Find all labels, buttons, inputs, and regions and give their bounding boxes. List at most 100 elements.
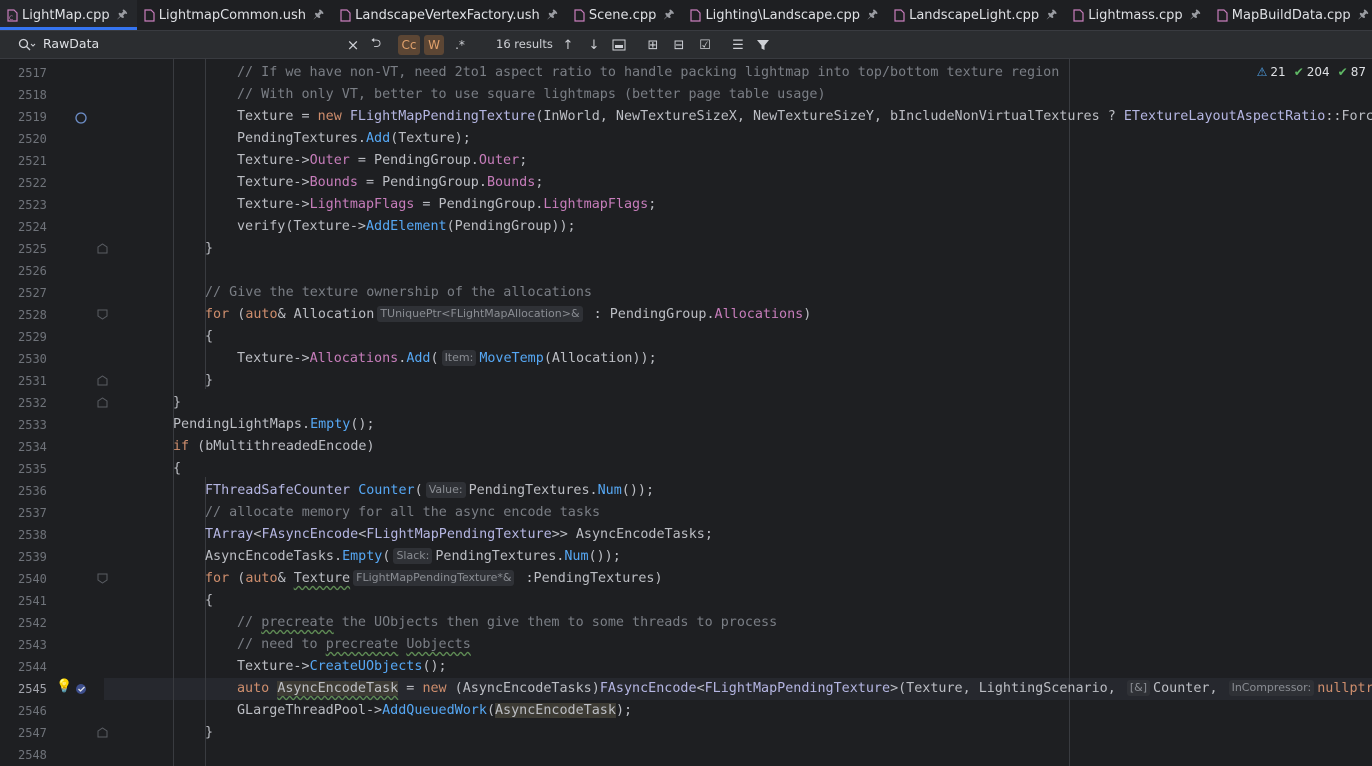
replace-toggle-icon[interactable]: ⮌ [367,35,385,55]
line-number[interactable]: 2528 [18,304,48,326]
tab-mapbuilddata-cpp[interactable]: MapBuildData.cpp 🖈 [1210,0,1372,30]
code-line-2528[interactable]: for (auto& Allocation TUniquePtr<FLightMa… [205,304,811,326]
line-number-current[interactable]: 2545 [18,678,48,700]
line-number[interactable]: 2548 [18,744,48,766]
multiline-icon[interactable]: ☰ [729,35,747,55]
code-editor[interactable]: // If we have non-VT, need 2to1 aspect r… [104,59,1372,766]
search-icon[interactable] [18,38,36,52]
line-number[interactable]: 2547 [18,722,48,744]
code-line-2547[interactable]: } [205,722,213,744]
code-line-2544[interactable]: Texture->CreateUObjects(); [237,656,447,678]
code-line-2530[interactable]: Texture->Allocations.Add(Item: MoveTemp(A… [237,348,657,370]
line-number[interactable]: 2533 [18,414,48,436]
code-line-2529[interactable]: { [205,326,213,348]
code-line-2543[interactable]: // need to precreate Uobjects [237,634,471,656]
line-number[interactable]: 2542 [18,612,48,634]
line-number[interactable]: 2541 [18,590,48,612]
line-number[interactable]: 2544 [18,656,48,678]
select-all-icon[interactable] [612,39,626,51]
code-line-2532[interactable]: } [173,392,181,414]
code-line-2527[interactable]: // Give the texture ownership of the all… [205,282,592,304]
code-line-2522[interactable]: Texture->Bounds = PendingGroup.Bounds; [237,172,543,194]
vertical-scrollbar[interactable] [1368,82,1372,766]
regex-button[interactable]: .* [450,35,470,55]
code-line-2534[interactable]: if (bMultithreadedEncode) [173,436,375,458]
clear-icon[interactable]: × [345,35,361,55]
pin-icon[interactable]: 🖈 [1046,5,1057,26]
line-number[interactable]: 2520 [18,128,48,150]
tab-scene-cpp[interactable]: Scene.cpp 🖈 [567,0,684,30]
line-number[interactable]: 2529 [18,326,48,348]
line-number[interactable]: 2522 [18,172,48,194]
tab-landscapevertexfactory-ush[interactable]: LandscapeVertexFactory.ush 🖈 [333,0,567,30]
remove-selection-icon[interactable]: ⊟ [670,35,688,55]
line-number[interactable]: 2546 [18,700,48,722]
code-line-2519[interactable]: Texture = new FLightMapPendingTexture(In… [237,106,1372,128]
line-number[interactable]: 2540 [18,568,48,590]
code-line-2533[interactable]: PendingLightMaps.Empty(); [173,414,375,436]
line-number[interactable]: 2531 [18,370,48,392]
add-selection-icon[interactable]: ⊞ [644,35,662,55]
code-line-2540[interactable]: for (auto& Texture FLightMapPendingTextur… [205,568,663,590]
tab-lightmass-cpp[interactable]: Lightmass.cpp 🖈 [1066,0,1210,30]
code-line-2531[interactable]: } [205,370,213,392]
pin-icon[interactable]: 🖈 [1358,5,1369,26]
line-number[interactable]: 2535 [18,458,48,480]
code-line-2520[interactable]: PendingTextures.Add(Texture); [237,128,471,150]
pin-icon[interactable]: 🖈 [313,5,324,26]
line-number[interactable]: 2526 [18,260,48,282]
pin-icon[interactable]: 🖈 [1190,5,1201,26]
line-number[interactable]: 2530 [18,348,48,370]
tab-landscapelight-cpp[interactable]: LandscapeLight.cpp 🖈 [887,0,1066,30]
code-line-2536[interactable]: FThreadSafeCounter Counter(Value: Pending… [205,480,654,502]
filter-icon[interactable] [756,38,770,52]
line-number[interactable]: 2538 [18,524,48,546]
mark-hint-icon[interactable] [74,681,89,696]
code-line-2535[interactable]: { [173,458,181,480]
line-number[interactable]: 2517 [18,62,48,84]
code-line-2542[interactable]: // precreate the UObjects then give them… [237,612,777,634]
inspection-widget[interactable]: ⚠ 21 ✔ 204 ✔ 87 [1257,62,1372,82]
line-number[interactable]: 2525 [18,238,48,260]
code-line-2539[interactable]: AsyncEncodeTasks.Empty(Slack: PendingText… [205,546,621,568]
tab-label: LandscapeLight.cpp [909,7,1040,23]
line-number[interactable]: 2543 [18,634,48,656]
line-number[interactable]: 2539 [18,546,48,568]
next-match-icon[interactable]: ↓ [586,35,602,55]
code-line-2524[interactable]: verify(Texture->AddElement(PendingGroup)… [237,216,576,238]
pin-icon[interactable]: 🖈 [867,5,878,26]
code-line-2525[interactable]: } [205,238,213,260]
line-number[interactable]: 2518 [18,84,48,106]
line-number[interactable]: 2521 [18,150,48,172]
line-number[interactable]: 2534 [18,436,48,458]
breakpoint-marker-icon[interactable] [74,111,88,125]
code-line-2538[interactable]: TArray<FAsyncEncode<FLightMapPendingText… [205,524,713,546]
toggle-selection-icon[interactable]: ☑ [696,35,714,55]
pin-icon[interactable]: 🖈 [663,5,674,26]
words-button[interactable]: W [424,35,444,55]
pin-icon[interactable]: 🖈 [117,5,128,26]
code-line-2546[interactable]: GLargeThreadPool->AddQueuedWork(AsyncEnc… [237,700,632,722]
tab-lighting-landscape-cpp[interactable]: Lighting\Landscape.cpp 🖈 [683,0,887,30]
code-line-2518[interactable]: // With only VT, better to use square li… [237,84,826,106]
code-line-2523[interactable]: Texture->LightmapFlags = PendingGroup.Li… [237,194,656,216]
pin-icon[interactable]: 🖈 [547,5,558,26]
line-number[interactable]: 2524 [18,216,48,238]
line-number[interactable]: 2536 [18,480,48,502]
line-number[interactable]: 2519 [18,106,48,128]
prev-match-icon[interactable]: ↑ [560,35,576,55]
code-line-2521[interactable]: Texture->Outer = PendingGroup.Outer; [237,150,527,172]
code-line-2537[interactable]: // allocate memory for all the async enc… [205,502,600,524]
code-line-2545[interactable]: auto AsyncEncodeTask = new (AsyncEncodeT… [237,678,1372,700]
code-line-2541[interactable]: { [205,590,213,612]
line-number[interactable]: 2527 [18,282,48,304]
line-number[interactable]: 2537 [18,502,48,524]
tab-lightmap-cpp[interactable]: C LightMap.cpp 🖈 [0,0,137,30]
line-number[interactable]: 2523 [18,194,48,216]
match-case-button[interactable]: Cc [398,35,420,55]
search-input[interactable]: RawData [43,36,99,51]
tab-lightmapcommon-ush[interactable]: LightmapCommon.ush 🖈 [137,0,333,30]
line-number[interactable]: 2532 [18,392,48,414]
code-line-2517[interactable]: // If we have non-VT, need 2to1 aspect r… [237,62,1059,84]
lightbulb-icon[interactable]: 💡 [56,679,72,694]
